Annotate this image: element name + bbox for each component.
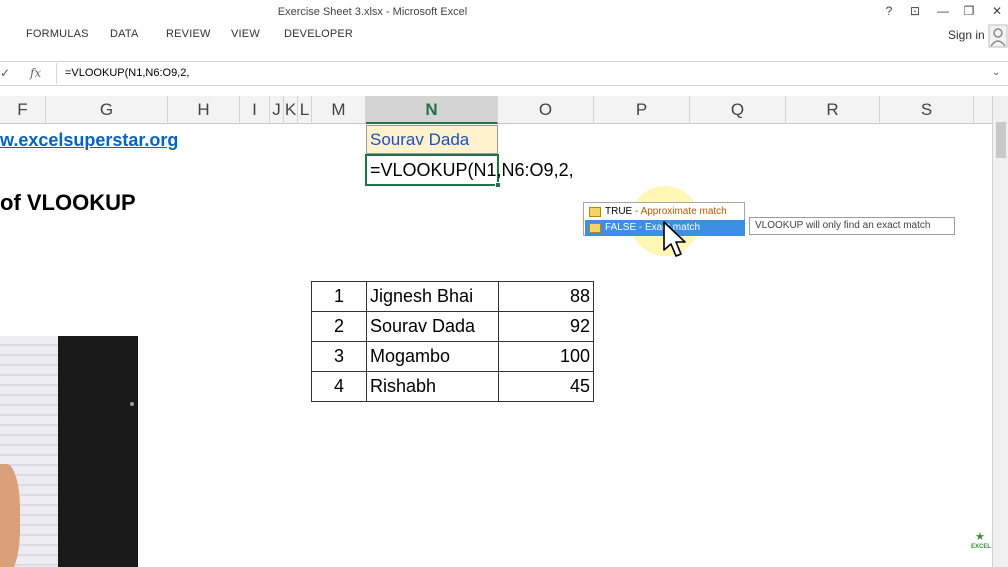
column-header-f[interactable]: F	[0, 96, 46, 124]
tab-review[interactable]: REVIEW	[166, 28, 211, 40]
vertical-scrollbar[interactable]	[992, 96, 1008, 567]
table-cell-number[interactable]: 1	[311, 281, 367, 312]
column-header-g[interactable]: G	[46, 96, 168, 124]
column-header-i[interactable]: I	[240, 96, 270, 124]
window-title: Exercise Sheet 3.xlsx - Microsoft Excel	[277, 6, 468, 18]
tab-data[interactable]: DATA	[110, 28, 139, 40]
column-header-o[interactable]: O	[498, 96, 594, 124]
autocomplete-tooltip: VLOOKUP will only find an exact match	[749, 217, 955, 235]
table-cell-score[interactable]: 45	[498, 371, 594, 402]
star-icon: ★	[975, 531, 985, 543]
option-true-description: - Approximate match	[632, 206, 727, 217]
restore-icon[interactable]: ❐	[960, 3, 978, 19]
help-icon[interactable]: ?	[882, 3, 896, 19]
table-row: 4 Rishabh 45	[311, 371, 594, 402]
excel-superstar-logo: ★ EXCEL	[968, 530, 994, 558]
tab-developer[interactable]: DEVELOPER	[284, 28, 353, 40]
insert-function-icon[interactable]: fx	[30, 66, 41, 80]
column-header-j[interactable]: J	[270, 96, 284, 124]
tab-view[interactable]: VIEW	[231, 28, 260, 40]
minimize-icon[interactable]: —	[934, 3, 952, 19]
column-header-k[interactable]: K	[284, 96, 298, 124]
cell-n2-formula-text: =VLOOKUP(N1,N6:O9,2,	[370, 160, 574, 180]
cell-n2-active-editing[interactable]: =VLOOKUP(N1,N6:O9,2,	[365, 154, 574, 188]
title-bar: Exercise Sheet 3.xlsx - Microsoft Excel …	[0, 0, 1008, 24]
table-cell-number[interactable]: 2	[311, 311, 367, 342]
column-header-p[interactable]: P	[594, 96, 690, 124]
table-cell-score[interactable]: 100	[498, 341, 594, 372]
table-row: 1 Jignesh Bhai 88	[311, 281, 594, 312]
close-icon[interactable]: ✕	[988, 3, 1006, 19]
column-header-q[interactable]: Q	[690, 96, 786, 124]
argument-option-icon	[589, 207, 601, 217]
table-cell-score[interactable]: 88	[498, 281, 594, 312]
webcam-overlay	[0, 336, 138, 567]
logo-text: EXCEL	[970, 544, 991, 550]
column-header-m[interactable]: M	[312, 96, 366, 124]
column-header-r[interactable]: R	[786, 96, 880, 124]
table-cell-score[interactable]: 92	[498, 311, 594, 342]
column-header-s[interactable]: S	[880, 96, 974, 124]
formula-input[interactable]: =VLOOKUP(N1,N6:O9,2,	[56, 63, 986, 84]
table-cell-name[interactable]: Rishabh	[366, 371, 499, 402]
table-cell-name[interactable]: Sourav Dada	[366, 311, 499, 342]
argument-option-icon	[589, 223, 601, 233]
column-header-n[interactable]: N	[366, 96, 498, 124]
table-cell-name[interactable]: Jignesh Bhai	[366, 281, 499, 312]
sheet-heading: of VLOOKUP	[0, 190, 136, 215]
lookup-table: 1 Jignesh Bhai 88 2 Sourav Dada 92 3 Mog…	[311, 281, 594, 402]
webcam-presenter	[0, 464, 20, 567]
user-avatar-icon[interactable]	[988, 24, 1008, 48]
ribbon-tabs: FORMULAS DATA REVIEW VIEW DEVELOPER Sign…	[0, 24, 1008, 62]
table-row: 2 Sourav Dada 92	[311, 311, 594, 342]
formula-bar: ✓ fx =VLOOKUP(N1,N6:O9,2, ⌄	[0, 62, 1008, 86]
table-cell-number[interactable]: 3	[311, 341, 367, 372]
fill-handle[interactable]	[495, 182, 501, 188]
mouse-pointer-icon	[663, 221, 686, 257]
enter-check-icon[interactable]: ✓	[0, 66, 10, 80]
table-row: 3 Mogambo 100	[311, 341, 594, 372]
column-header-l[interactable]: L	[298, 96, 312, 124]
column-header-h[interactable]: H	[168, 96, 240, 124]
webcam-dot	[130, 402, 134, 406]
tab-formulas[interactable]: FORMULAS	[26, 28, 89, 40]
column-headers: F G H I J K L M N O P Q R S	[0, 96, 1008, 124]
cell-n1-lookup-value[interactable]: Sourav Dada	[366, 125, 498, 154]
table-cell-name[interactable]: Mogambo	[366, 341, 499, 372]
option-true-label: TRUE	[605, 206, 633, 217]
sign-in-link[interactable]: Sign in	[948, 28, 985, 42]
ribbon-display-options-icon[interactable]: ⊡	[906, 3, 924, 19]
expand-formula-bar-icon[interactable]: ⌄	[992, 67, 1000, 78]
table-cell-number[interactable]: 4	[311, 371, 367, 402]
autocomplete-option-true[interactable]: TRUE - Approximate match	[585, 204, 745, 220]
website-link[interactable]: w.excelsuperstar.org	[0, 130, 178, 151]
scrollbar-thumb[interactable]	[996, 122, 1006, 158]
